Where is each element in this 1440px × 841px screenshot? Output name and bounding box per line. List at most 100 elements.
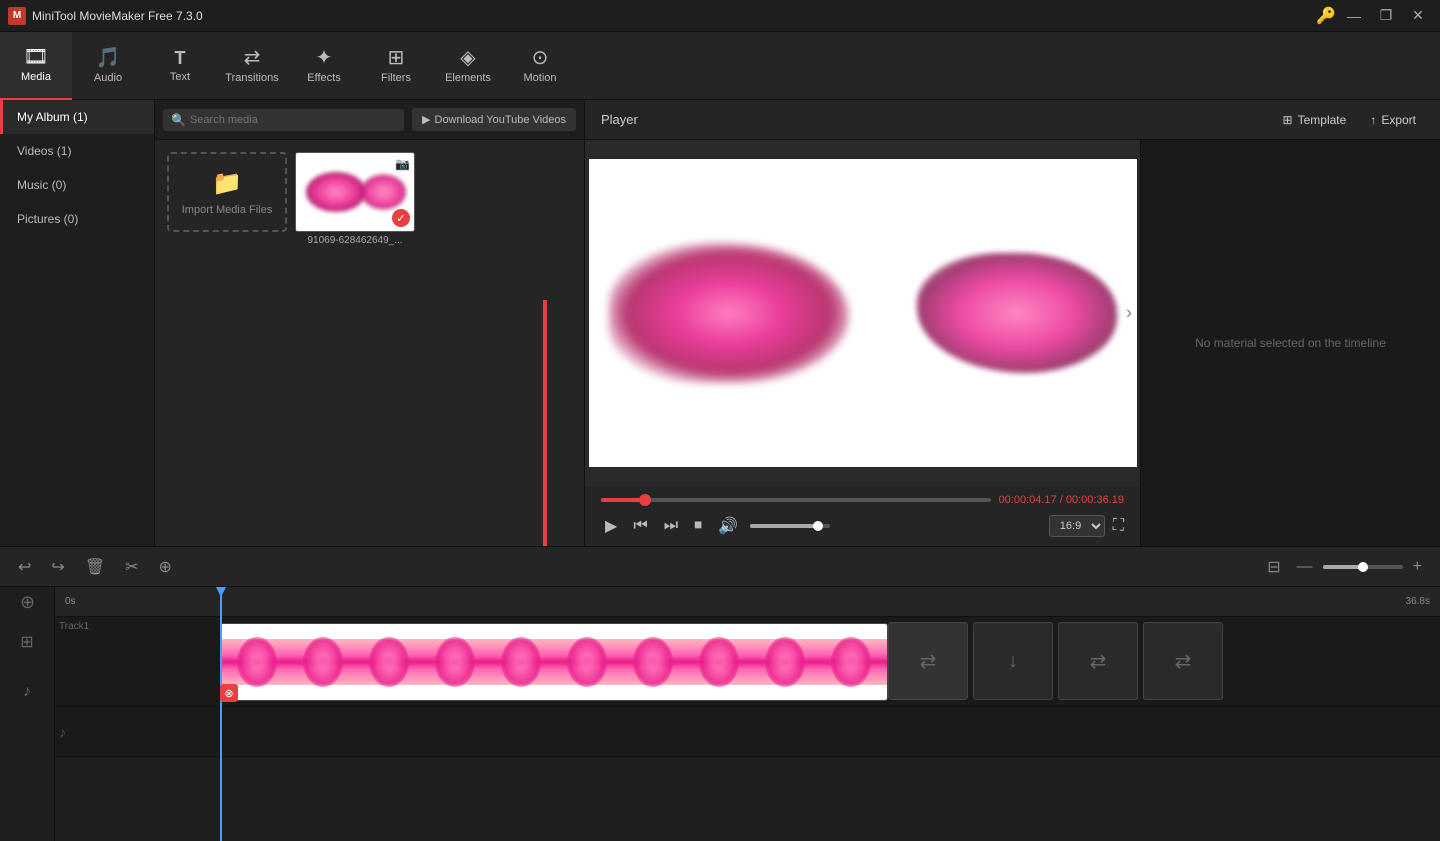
transition-cell-1[interactable]: ⇄ [888,622,968,700]
toolbar-item-filters[interactable]: ⊞ Filters [360,32,432,100]
zoom-in-button[interactable]: + [1407,554,1428,580]
smoke-mini-1 [237,637,277,687]
clip-handle[interactable]: ⊗ [220,684,238,702]
restore-button[interactable]: ❐ [1372,6,1400,26]
audio-track-icon: ♪ [23,683,31,701]
template-button[interactable]: ⊞ Template [1275,109,1355,131]
transition-cell-4[interactable]: ⇄ [1143,622,1223,700]
import-folder-icon: 📁 [212,169,242,198]
media-filename-0: 91069-628462649_... [295,235,415,246]
elements-icon: ◈ [460,48,475,68]
toolbar-item-audio[interactable]: 🎵 Audio [72,32,144,100]
progress-bar[interactable] [601,498,991,502]
add-track-button[interactable]: ⊕ [0,587,55,617]
redo-button[interactable]: ↪ [45,553,70,581]
transition-icon-1: ⇄ [920,649,937,674]
video-camera-icon: 📷 [395,157,410,171]
toolbar-item-elements[interactable]: ◈ Elements [432,32,504,100]
volume-slider[interactable] [750,524,830,528]
timeline-ruler: 0s 36.8s [55,587,1440,617]
zoom-fit-button[interactable]: ⊟ [1261,553,1286,581]
fullscreen-button[interactable]: ⛶ [1113,517,1124,535]
effects-icon: ✦ [316,48,333,68]
toolbar-label-audio: Audio [94,72,122,84]
smoke-left-visual [609,243,849,383]
playhead [220,587,222,841]
transition-cell-2[interactable]: ↓ [973,622,1053,700]
sidebar-item-pictures[interactable]: Pictures (0) [0,202,154,236]
progress-thumb [639,494,651,506]
toolbar-item-motion[interactable]: ⊙ Motion [504,32,576,100]
app-title: MiniTool MovieMaker Free 7.3.0 [32,9,203,23]
aspect-ratio-select[interactable]: 16:9 4:3 1:1 9:16 [1049,515,1105,537]
zoom-fill [1323,565,1363,569]
zoom-out-button[interactable]: — [1291,554,1319,580]
crop-button[interactable]: ⊕ [153,553,178,581]
toolbar-label-transitions: Transitions [225,72,278,84]
export-label: Export [1381,113,1416,127]
sidebar-item-videos[interactable]: Videos (1) [0,134,154,168]
player-expand-chevron[interactable]: › [1126,303,1132,324]
media-panel: 🔍 ▶ Download YouTube Videos 📁 Import Med… [155,100,585,546]
media-item-0[interactable]: 📷 ✓ 91069-628462649_... [295,152,415,246]
smoke-mini-8 [699,637,739,687]
toolbar-item-transitions[interactable]: ⇄ Transitions [216,32,288,100]
smoke-mini-9 [765,637,805,687]
download-btn-label: Download YouTube Videos [435,114,567,126]
zoom-controls: ⊟ — + [1261,553,1428,581]
controls-row: ▶ ⏮ ⏭ ⏹ 🔊 16:9 4:3 1:1 9:1 [601,514,1124,538]
text-icon: T [175,49,186,67]
properties-panel: No material selected on the timeline [1140,140,1440,546]
minimize-button[interactable]: — [1340,6,1368,26]
volume-button[interactable]: 🔊 [714,514,742,538]
sidebar: My Album (1) Videos (1) Music (0) Pictur… [0,100,155,546]
title-bar: M MiniTool MovieMaker Free 7.3.0 🔑 — ❐ ✕ [0,0,1440,32]
template-icon: ⊞ [1283,113,1293,127]
download-youtube-button[interactable]: ▶ Download YouTube Videos [412,108,576,131]
delete-button[interactable]: 🗑 [79,553,111,581]
video-clip[interactable] [220,623,888,701]
toolbar-label-elements: Elements [445,72,491,84]
media-grid: 📁 Import Media Files 📷 ✓ 91069-628462649… [155,140,584,546]
export-button[interactable]: ↑ Export [1362,109,1424,131]
media-icon: 🎞 [23,47,48,67]
import-media-box[interactable]: 📁 Import Media Files [167,152,287,232]
progress-bar-container: 00:00:04.17 / 00:00:36.19 [601,494,1124,506]
timeline-area: ↩ ↪ 🗑 ✂ ⊕ ⊟ — + ⊕ ⊞ ♪ [0,546,1440,841]
sidebar-item-my-album[interactable]: My Album (1) [0,100,154,134]
media-check-icon: ✓ [392,209,410,227]
smoke-mini-4 [435,637,475,687]
transition-icon-4: ⇄ [1175,649,1192,674]
player-properties-area: Player ⊞ Template ↑ Export [585,100,1440,546]
search-box[interactable]: 🔍 [163,109,404,131]
video-track-icon: ⊞ [20,632,33,652]
close-button[interactable]: ✕ [1404,6,1432,26]
cut-button[interactable]: ✂ [119,553,144,581]
timeline-labels: ⊕ ⊞ ♪ [0,587,55,841]
import-label: Import Media Files [182,204,272,216]
ruler-start-time: 0s [65,596,76,607]
stop-button[interactable]: ⏹ [690,515,706,537]
toolbar: 🎞 Media 🎵 Audio T Text ⇄ Transitions ✦ E… [0,32,1440,100]
toolbar-item-text[interactable]: T Text [144,32,216,100]
clip-content [221,624,887,700]
toolbar-label-motion: Motion [523,72,556,84]
toolbar-item-effects[interactable]: ✦ Effects [288,32,360,100]
toolbar-item-media[interactable]: 🎞 Media [0,32,72,100]
zoom-slider[interactable] [1323,565,1403,569]
title-bar-left: M MiniTool MovieMaker Free 7.3.0 [8,7,203,25]
sidebar-item-music[interactable]: Music (0) [0,168,154,202]
transition-cell-3[interactable]: ⇄ [1058,622,1138,700]
key-icon[interactable]: 🔑 [1316,6,1336,26]
volume-fill [750,524,818,528]
video-track-label: ⊞ [0,617,54,667]
next-frame-button[interactable]: ⏭ [660,515,682,537]
undo-button[interactable]: ↩ [12,553,37,581]
play-button[interactable]: ▶ [601,514,621,538]
track-name-label: Track1 [59,621,89,632]
prev-frame-button[interactable]: ⏮ [629,515,651,537]
search-input[interactable] [190,114,396,126]
total-time: 00:00:36.19 [1066,494,1124,506]
audio-icon: 🎵 [96,48,121,68]
volume-thumb [813,521,823,531]
